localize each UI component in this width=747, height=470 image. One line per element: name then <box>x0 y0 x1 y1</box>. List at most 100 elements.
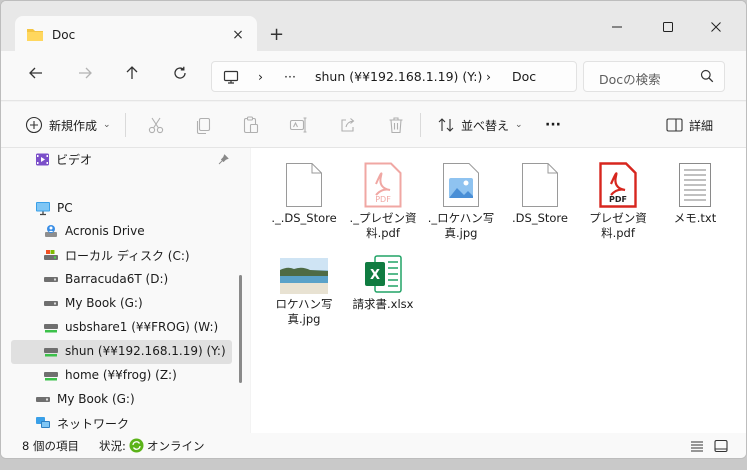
file-name: .DS_Store <box>512 211 568 225</box>
arrow-up-icon <box>126 66 138 79</box>
forward-button[interactable] <box>74 65 96 87</box>
file-item[interactable]: X 請求書.xlsx <box>347 242 419 312</box>
share-icon[interactable] <box>338 115 358 135</box>
close-window-button[interactable] <box>701 15 731 39</box>
large-icons-view-icon[interactable] <box>714 439 728 453</box>
svg-text:PDF: PDF <box>609 195 627 204</box>
breadcrumb-current[interactable]: Doc <box>512 69 536 84</box>
explorer-window: Doc × + › ··· shun (¥¥192.168.1.19) (Y:)… <box>0 0 747 459</box>
breadcrumb-location[interactable]: shun (¥¥192.168.1.19) (Y:) <box>315 69 482 84</box>
sidebar-item-home-z[interactable]: home (¥¥frog) (Z:) <box>43 364 177 386</box>
pdf-file-faded-icon: PDF <box>364 162 402 208</box>
sidebar-item-shun-y[interactable]: shun (¥¥192.168.1.19) (Y:) <box>43 340 226 362</box>
details-view-icon[interactable] <box>690 439 704 453</box>
sidebar-scrollbar[interactable] <box>239 275 242 383</box>
file-item[interactable]: PDF プレゼン資料.pdf <box>582 156 654 241</box>
item-count: 8 個の項目 <box>22 439 79 453</box>
refresh-button[interactable] <box>169 65 191 87</box>
sidebar-item-videos[interactable]: ビデオ <box>35 148 92 170</box>
file-list: ._.DS_Store PDF ._プレゼン資料.pdf ._ロケハン写真.jp… <box>251 148 746 433</box>
pdf-file-icon: PDF <box>599 162 637 208</box>
details-pane-icon <box>666 118 683 132</box>
file-name: 請求書.xlsx <box>352 297 414 311</box>
sidebar-item-label: ネットワーク <box>57 416 130 431</box>
sidebar-item-usbshare1-w[interactable]: usbshare1 (¥¥FROG) (W:) <box>43 316 218 338</box>
new-button[interactable]: 新規作成 ⌄ <box>25 114 111 136</box>
minimize-icon <box>612 26 622 28</box>
sidebar-item-label: My Book (G:) <box>65 296 143 310</box>
search-icon <box>700 69 714 83</box>
minimize-button[interactable] <box>602 15 632 39</box>
sort-button-label: 並べ替え <box>461 118 510 133</box>
status-bar: 8 個の項目 状況: オンライン <box>1 433 746 458</box>
search-box[interactable]: Docの検索 <box>583 61 725 92</box>
details-pane-button[interactable]: 詳細 <box>666 114 713 136</box>
image-file-icon <box>443 163 479 207</box>
file-item[interactable]: ._.DS_Store <box>268 156 340 226</box>
chevron-right-icon: › <box>486 69 491 84</box>
breadcrumb-ellipsis[interactable]: ··· <box>284 69 296 84</box>
sidebar-item-label: PC <box>57 201 73 215</box>
tab-title: Doc <box>52 28 76 42</box>
status-value: オンライン <box>147 439 205 453</box>
sidebar-item-label: Acronis Drive <box>65 224 145 238</box>
command-bar: 新規作成 ⌄ 並べ替え ⌄ ··· 詳細 <box>1 102 746 148</box>
details-label: 詳細 <box>689 118 714 133</box>
sidebar-item-mybook-g[interactable]: My Book (G:) <box>43 292 143 314</box>
network-icon <box>36 417 50 428</box>
sidebar-item-label: My Book (G:) <box>57 392 135 406</box>
maximize-button[interactable] <box>653 15 683 39</box>
excel-file-icon: X <box>365 255 402 293</box>
drive-icon <box>44 277 58 282</box>
file-name: プレゼン資料.pdf <box>589 211 647 240</box>
maximize-icon <box>663 22 673 32</box>
tab-close-icon[interactable]: × <box>228 25 248 45</box>
video-folder-icon <box>36 153 49 165</box>
sidebar-item-label: shun (¥¥192.168.1.19) (Y:) <box>65 344 226 358</box>
paste-icon[interactable] <box>241 115 261 135</box>
up-button[interactable] <box>121 65 143 87</box>
folder-icon <box>27 29 43 41</box>
file-item[interactable]: PDF ._プレゼン資料.pdf <box>347 156 419 241</box>
file-name: メモ.txt <box>673 211 717 225</box>
new-tab-button[interactable]: + <box>269 25 284 45</box>
sidebar-item-acronis-drive[interactable]: Acronis Drive <box>43 220 145 242</box>
drive-icon <box>36 397 50 402</box>
status-label: 状況: <box>99 439 126 453</box>
text-file-icon <box>679 163 711 207</box>
chevron-down-icon: ⌄ <box>103 120 111 130</box>
arrow-right-icon <box>79 67 92 79</box>
file-item[interactable]: ロケハン写真.jpg <box>268 242 340 327</box>
file-item[interactable]: ._ロケハン写真.jpg <box>425 156 497 241</box>
cut-icon[interactable] <box>146 115 166 135</box>
sidebar-item-local-disk-c[interactable]: ローカル ディスク (C:) <box>43 244 190 266</box>
sidebar-item-label: home (¥¥frog) (Z:) <box>65 368 177 382</box>
chevron-down-icon: ⌄ <box>515 120 523 130</box>
tab-doc[interactable]: Doc × <box>15 16 257 53</box>
sidebar-item-pc[interactable]: PC <box>35 197 73 219</box>
sidebar-item-mybook-g-root[interactable]: My Book (G:) <box>35 388 135 410</box>
file-item[interactable]: メモ.txt <box>659 156 731 226</box>
blank-file-icon <box>286 163 322 207</box>
file-name: ロケハン写真.jpg <box>275 297 333 326</box>
svg-text:X: X <box>370 268 380 283</box>
toolbar-divider <box>420 113 421 137</box>
back-button[interactable] <box>25 65 47 87</box>
pin-icon[interactable] <box>218 154 229 165</box>
more-options-button[interactable]: ··· <box>545 114 561 136</box>
search-input[interactable]: Docの検索 <box>599 69 661 88</box>
sidebar-item-network[interactable]: ネットワーク <box>35 412 129 434</box>
close-icon <box>711 22 721 32</box>
title-bar: Doc × + <box>1 1 746 53</box>
toolbar-divider <box>125 113 126 137</box>
pc-icon <box>36 201 50 215</box>
sidebar-item-label: ローカル ディスク (C:) <box>65 248 190 263</box>
rename-icon[interactable] <box>288 115 308 135</box>
file-item[interactable]: .DS_Store <box>504 156 576 226</box>
sort-button[interactable]: 並べ替え ⌄ <box>437 114 523 136</box>
address-bar[interactable]: › ··· shun (¥¥192.168.1.19) (Y:) › Doc <box>211 61 577 92</box>
copy-icon[interactable] <box>193 115 213 135</box>
delete-icon[interactable] <box>386 115 406 135</box>
sidebar-item-barracuda-d[interactable]: Barracuda6T (D:) <box>43 268 168 290</box>
sidebar-item-label: usbshare1 (¥¥FROG) (W:) <box>65 320 219 334</box>
